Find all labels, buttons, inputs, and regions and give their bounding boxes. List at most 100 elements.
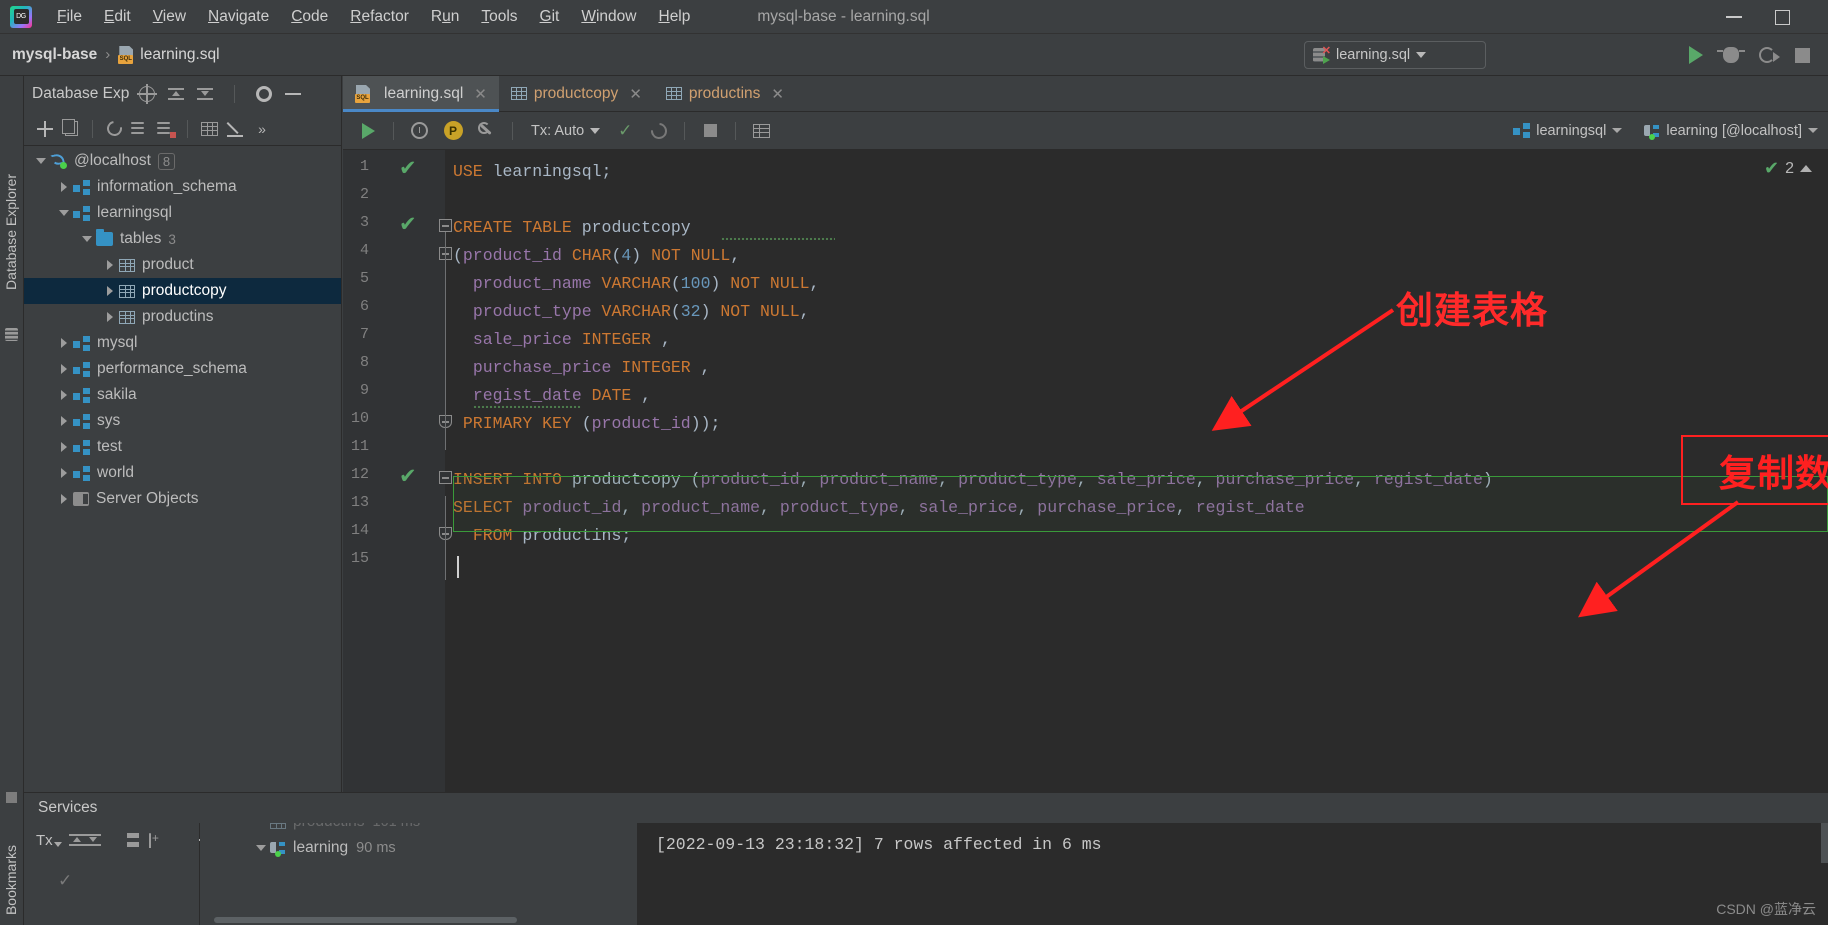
editor-tab-learning-sql[interactable]: SQL learning.sql ✕ bbox=[343, 76, 499, 112]
db-tree-item-information-schema[interactable]: information_schema bbox=[24, 174, 341, 200]
editor-tab-productcopy[interactable]: productcopy ✕ bbox=[499, 76, 654, 111]
stop-icon[interactable] bbox=[1795, 47, 1810, 63]
menu-edit[interactable]: Edit bbox=[93, 5, 142, 29]
db-tree-item-mysql[interactable]: mysql bbox=[24, 330, 341, 356]
inspections-widget[interactable]: ✔ 2 bbox=[1764, 158, 1812, 179]
db-tree-item-test[interactable]: test bbox=[24, 434, 341, 460]
open-table-editor-icon[interactable] bbox=[200, 121, 218, 136]
tree-twisty[interactable] bbox=[55, 210, 73, 216]
debug-icon[interactable] bbox=[1717, 47, 1745, 63]
chevron-up-icon[interactable] bbox=[1800, 165, 1812, 172]
commit-icon[interactable]: ✓ bbox=[618, 121, 632, 141]
menu-navigate[interactable]: Navigate bbox=[197, 5, 280, 29]
wrench-icon[interactable] bbox=[477, 122, 496, 139]
close-icon[interactable]: ✕ bbox=[771, 85, 784, 103]
tree-twisty[interactable] bbox=[55, 390, 73, 400]
breadcrumb-project[interactable]: mysql-base bbox=[12, 46, 97, 64]
collapse-all-icon[interactable] bbox=[197, 86, 214, 102]
menu-tools[interactable]: Tools bbox=[470, 5, 528, 29]
add-icon[interactable] bbox=[37, 120, 53, 137]
check-icon[interactable]: ✓ bbox=[58, 871, 72, 891]
tree-twisty[interactable] bbox=[78, 236, 96, 242]
more-icon[interactable]: » bbox=[258, 121, 266, 137]
menu-git[interactable]: Git bbox=[529, 5, 571, 29]
history-icon[interactable] bbox=[410, 122, 428, 139]
tree-twisty[interactable] bbox=[55, 468, 73, 478]
table-grid-icon[interactable] bbox=[752, 123, 770, 138]
sync-database-icon[interactable] bbox=[157, 121, 176, 138]
refresh-icon[interactable] bbox=[103, 118, 125, 139]
tree-twisty[interactable] bbox=[101, 312, 119, 322]
services-tree-item-productins[interactable]: productins 101 ms bbox=[200, 823, 637, 835]
db-tree-item-learningsql[interactable]: learningsql bbox=[24, 200, 341, 226]
console-scrollbar[interactable] bbox=[1821, 823, 1828, 863]
strip-bookmarks[interactable]: Bookmarks bbox=[3, 845, 19, 915]
close-icon[interactable]: ✕ bbox=[474, 85, 487, 103]
stop-icon[interactable] bbox=[703, 124, 717, 137]
db-tree-item-sys[interactable]: sys bbox=[24, 408, 341, 434]
db-tree-item-product[interactable]: product bbox=[24, 252, 341, 278]
expand-all-icon[interactable] bbox=[168, 86, 185, 102]
locate-icon[interactable] bbox=[137, 84, 158, 104]
db-tree-item-performance-schema[interactable]: performance_schema bbox=[24, 356, 341, 382]
close-icon[interactable]: ✕ bbox=[629, 85, 642, 103]
services-tx-label[interactable]: Tx bbox=[36, 832, 62, 849]
schema-chip[interactable]: learningsql bbox=[1513, 123, 1623, 139]
db-tree-item-productcopy[interactable]: productcopy bbox=[24, 278, 341, 304]
transaction-mode-label[interactable]: Tx: Auto bbox=[531, 123, 584, 139]
editor-tab-productins[interactable]: productins ✕ bbox=[654, 76, 796, 111]
strip-database-explorer[interactable]: Database Explorer bbox=[3, 174, 19, 290]
tree-twisty[interactable] bbox=[55, 182, 73, 192]
code-fold-start-icon[interactable] bbox=[439, 219, 452, 232]
services-horizontal-scrollbar[interactable] bbox=[214, 917, 517, 923]
profile-icon[interactable] bbox=[1759, 47, 1780, 63]
db-tree-item-server-objects[interactable]: Server Objects bbox=[24, 486, 341, 512]
db-tree-item-productins[interactable]: productins bbox=[24, 304, 341, 330]
code-fold-start-icon[interactable] bbox=[439, 471, 452, 484]
menu-view[interactable]: View bbox=[142, 5, 197, 29]
statement-executed-check-icon[interactable]: ✔ bbox=[399, 213, 421, 235]
new-tab-icon[interactable] bbox=[148, 831, 159, 848]
tree-twisty[interactable] bbox=[32, 158, 50, 164]
run-icon[interactable] bbox=[1689, 46, 1703, 64]
tree-twisty[interactable] bbox=[55, 416, 73, 426]
maximize-icon[interactable] bbox=[1775, 0, 1790, 34]
tree-twisty[interactable] bbox=[101, 260, 119, 270]
db-tree-item-world[interactable]: world bbox=[24, 460, 341, 486]
copy-icon[interactable] bbox=[61, 119, 78, 136]
menu-run[interactable]: Run bbox=[420, 5, 470, 29]
rollback-icon[interactable] bbox=[647, 119, 671, 142]
statement-executed-check-icon[interactable]: ✔ bbox=[399, 157, 421, 179]
hide-panel-icon[interactable] bbox=[285, 93, 302, 95]
datasource-chip[interactable]: learning [@localhost] bbox=[1644, 123, 1818, 140]
execute-icon[interactable] bbox=[361, 122, 375, 139]
tree-twisty[interactable] bbox=[101, 286, 119, 296]
services-tree[interactable]: productins 101 ms learning 90 ms bbox=[200, 823, 637, 925]
menu-code[interactable]: Code bbox=[280, 5, 339, 29]
db-tree-item--localhost[interactable]: @localhost 8 bbox=[24, 148, 341, 174]
tree-twisty[interactable] bbox=[55, 442, 73, 452]
menu-file[interactable]: File bbox=[46, 5, 93, 29]
data-source-properties-icon[interactable] bbox=[131, 121, 149, 137]
modify-icon[interactable] bbox=[226, 121, 244, 137]
db-tree-item-sakila[interactable]: sakila bbox=[24, 382, 341, 408]
menu-refactor[interactable]: Refactor bbox=[339, 5, 420, 29]
minimize-icon[interactable] bbox=[1726, 0, 1742, 34]
chevron-down-icon[interactable] bbox=[590, 127, 601, 134]
code-editor[interactable]: 1 ✔ 2 3 ✔ 4 5 6 7 8 9 10 11 12 ✔ 13 14 15 USE learningsql… bbox=[343, 150, 1828, 792]
menu-window[interactable]: Window bbox=[570, 5, 647, 29]
run-configuration-selector[interactable]: ✕ learning.sql bbox=[1304, 41, 1486, 69]
breadcrumb-file[interactable]: learning.sql bbox=[140, 46, 219, 64]
tree-twisty[interactable] bbox=[252, 845, 270, 851]
db-tree-item-tables[interactable]: tables 3 bbox=[24, 226, 341, 252]
gear-icon[interactable] bbox=[256, 86, 273, 102]
database-icon[interactable] bbox=[5, 328, 18, 341]
editor-gutter[interactable]: 1 ✔ 2 3 ✔ 4 5 6 7 8 9 10 11 12 ✔ 13 14 15 bbox=[343, 150, 452, 792]
tree-twisty[interactable] bbox=[55, 338, 73, 348]
code-lines[interactable]: USE learningsql; CREATE TABLE productcopy… bbox=[453, 150, 1828, 792]
services-tree-item-learning[interactable]: learning 90 ms bbox=[200, 835, 637, 861]
statement-executed-check-icon[interactable]: ✔ bbox=[399, 465, 421, 487]
output-console[interactable]: [2022-09-13 23:18:32] 7 rows affected in… bbox=[637, 823, 1828, 925]
parameters-icon[interactable]: P bbox=[443, 121, 463, 140]
tree-twisty[interactable] bbox=[55, 364, 73, 374]
